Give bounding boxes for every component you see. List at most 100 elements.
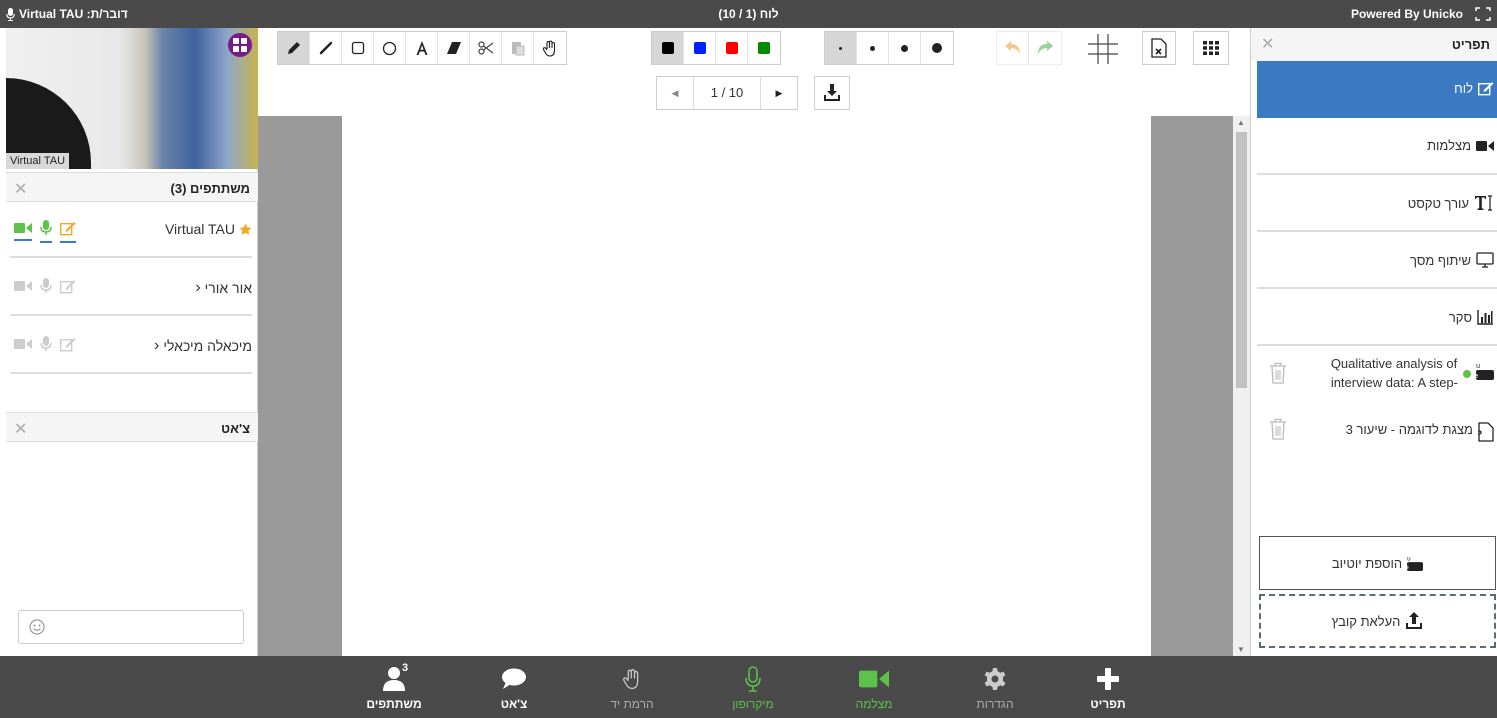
pages-grid-btn[interactable] <box>1194 32 1228 64</box>
scroll-down-icon[interactable]: ▼ <box>1237 645 1245 654</box>
edit-icon <box>1478 82 1494 96</box>
camera-icon[interactable] <box>14 222 32 241</box>
settings-button[interactable]: הגדרות <box>955 664 1035 711</box>
scrollbar-thumb[interactable] <box>1236 132 1247 388</box>
color-black[interactable] <box>652 32 684 64</box>
color-blue[interactable] <box>684 32 716 64</box>
close-icon[interactable]: ✕ <box>14 179 27 199</box>
app-window: דובר/ת: Virtual TAU לוח (1 / 10) Powered… <box>0 0 1497 718</box>
pencil-tool[interactable] <box>278 32 310 64</box>
emoji-icon[interactable] <box>29 619 45 635</box>
canvas-scrollbar[interactable]: ▲ ▼ <box>1233 116 1250 656</box>
paste-icon <box>511 42 524 56</box>
stroke-size-2[interactable] <box>857 32 889 64</box>
text-editor-icon <box>1475 195 1492 211</box>
svg-text:You: You <box>1476 363 1480 370</box>
microphone-button[interactable]: מיקרופון <box>713 664 793 711</box>
participants-button[interactable]: 3 משתתפים <box>354 662 434 711</box>
pan-tool[interactable] <box>534 32 566 64</box>
previous-page-button[interactable]: ◀ <box>657 77 693 109</box>
microphone-icon[interactable] <box>40 220 52 243</box>
whiteboard-page[interactable] <box>342 116 1151 656</box>
raise-hand-button[interactable]: הרמת יד <box>592 664 672 711</box>
settings-label: הגדרות <box>976 697 1014 711</box>
green-swatch <box>758 42 770 54</box>
add-youtube-button[interactable]: YouTube הוספת יוטיוב <box>1259 536 1496 590</box>
chat-button[interactable]: צ'אט <box>474 664 554 711</box>
apps-grid-icon <box>1203 41 1219 55</box>
close-icon[interactable]: ✕ <box>1261 34 1274 54</box>
pencil-icon <box>287 42 300 54</box>
close-icon[interactable]: ✕ <box>14 419 27 439</box>
scroll-up-icon[interactable]: ▲ <box>1237 118 1245 127</box>
text-tool[interactable] <box>406 32 438 64</box>
youtube-icon: You Tube <box>1476 363 1494 380</box>
menu-button[interactable]: תפריט <box>1068 664 1148 711</box>
stroke-size-3[interactable] <box>889 32 921 64</box>
gear-icon <box>984 668 1006 690</box>
clear-board-button[interactable] <box>1142 31 1176 65</box>
eraser-tool[interactable] <box>438 32 470 64</box>
menu-item-board[interactable]: לוח <box>1257 61 1497 118</box>
clear-board-btn[interactable] <box>1143 32 1175 64</box>
participant-row: מיכאלה מיכאלי ‹ <box>10 318 252 374</box>
download-icon <box>824 84 840 101</box>
fullscreen-icon[interactable] <box>1475 7 1491 21</box>
edit-off-icon[interactable] <box>59 337 76 355</box>
file-name: מצגת לדוגמה - שיעור 3 <box>1345 422 1473 437</box>
page-navigator: ◀ 1 / 10 ▶ <box>656 76 798 110</box>
circle-tool[interactable] <box>374 32 406 64</box>
participant-row: Virtual TAU <box>10 202 252 258</box>
stroke-size-4[interactable] <box>921 32 953 64</box>
menu-item-text-editor[interactable]: עורך טקסט <box>1257 175 1497 232</box>
rectangle-tool[interactable] <box>342 32 374 64</box>
trash-icon[interactable] <box>1269 418 1287 440</box>
dot-icon <box>870 45 875 51</box>
color-picker <box>651 31 781 65</box>
pages-grid-button[interactable] <box>1193 31 1229 65</box>
redo-button[interactable] <box>1029 32 1061 64</box>
color-red[interactable] <box>716 32 748 64</box>
layout-button[interactable] <box>228 33 252 57</box>
dot-icon <box>901 44 908 52</box>
speaking-label: דובר/ת: Virtual TAU <box>19 7 128 21</box>
microphone-off-icon[interactable] <box>40 278 52 297</box>
color-green[interactable] <box>748 32 780 64</box>
edit-off-icon[interactable] <box>59 279 76 297</box>
menu-item-label: סקר <box>1448 309 1472 325</box>
paste-tool[interactable] <box>502 32 534 64</box>
camera-button[interactable]: מצלמה <box>834 664 914 711</box>
line-tool[interactable] <box>310 32 342 64</box>
file-item-youtube[interactable]: You Tube Qualitative analysis of intervie… <box>1257 350 1497 404</box>
camera-off-icon[interactable] <box>14 338 32 353</box>
cut-tool[interactable] <box>470 32 502 64</box>
grid-icon <box>1088 34 1118 64</box>
clear-file-icon <box>1151 38 1167 58</box>
circle-icon <box>382 41 397 55</box>
undo-button[interactable] <box>997 32 1029 64</box>
powered-by: Powered By Unicko <box>1350 7 1463 21</box>
next-page-button[interactable]: ▶ <box>761 77 797 109</box>
top-bar: דובר/ת: Virtual TAU לוח (1 / 10) Powered… <box>0 0 1497 28</box>
menu-item-poll[interactable]: סקר <box>1257 289 1497 346</box>
file-item-presentation[interactable]: P מצגת לדוגמה - שיעור 3 <box>1257 410 1497 464</box>
trash-icon[interactable] <box>1269 362 1287 384</box>
menu-item-screen-share[interactable]: שיתוף מסך <box>1257 232 1497 289</box>
chevron-left-icon[interactable]: ‹ <box>195 279 200 297</box>
redo-icon <box>1038 41 1053 54</box>
right-menu-panel: תפריט ✕ לוח מצלמות עורך טקסט שיתוף מסך ס… <box>1250 28 1497 656</box>
grid-toggle[interactable] <box>1086 33 1120 65</box>
chevron-left-icon[interactable]: ‹ <box>154 337 159 355</box>
menu-item-cameras[interactable]: מצלמות <box>1257 118 1497 175</box>
edit-icon[interactable] <box>59 221 76 243</box>
chat-input[interactable] <box>18 610 244 644</box>
microphone-off-icon[interactable] <box>40 336 52 355</box>
download-button[interactable] <box>814 76 850 110</box>
stroke-size-1[interactable] <box>825 32 857 64</box>
camera-off-icon[interactable] <box>14 280 32 295</box>
microphone-icon <box>6 7 15 21</box>
upload-file-button[interactable]: העלאת קובץ <box>1259 594 1496 648</box>
microphone-label: מיקרופון <box>732 697 774 711</box>
participants-header: משתתפים (3) ✕ <box>6 172 258 202</box>
red-swatch <box>725 42 738 54</box>
